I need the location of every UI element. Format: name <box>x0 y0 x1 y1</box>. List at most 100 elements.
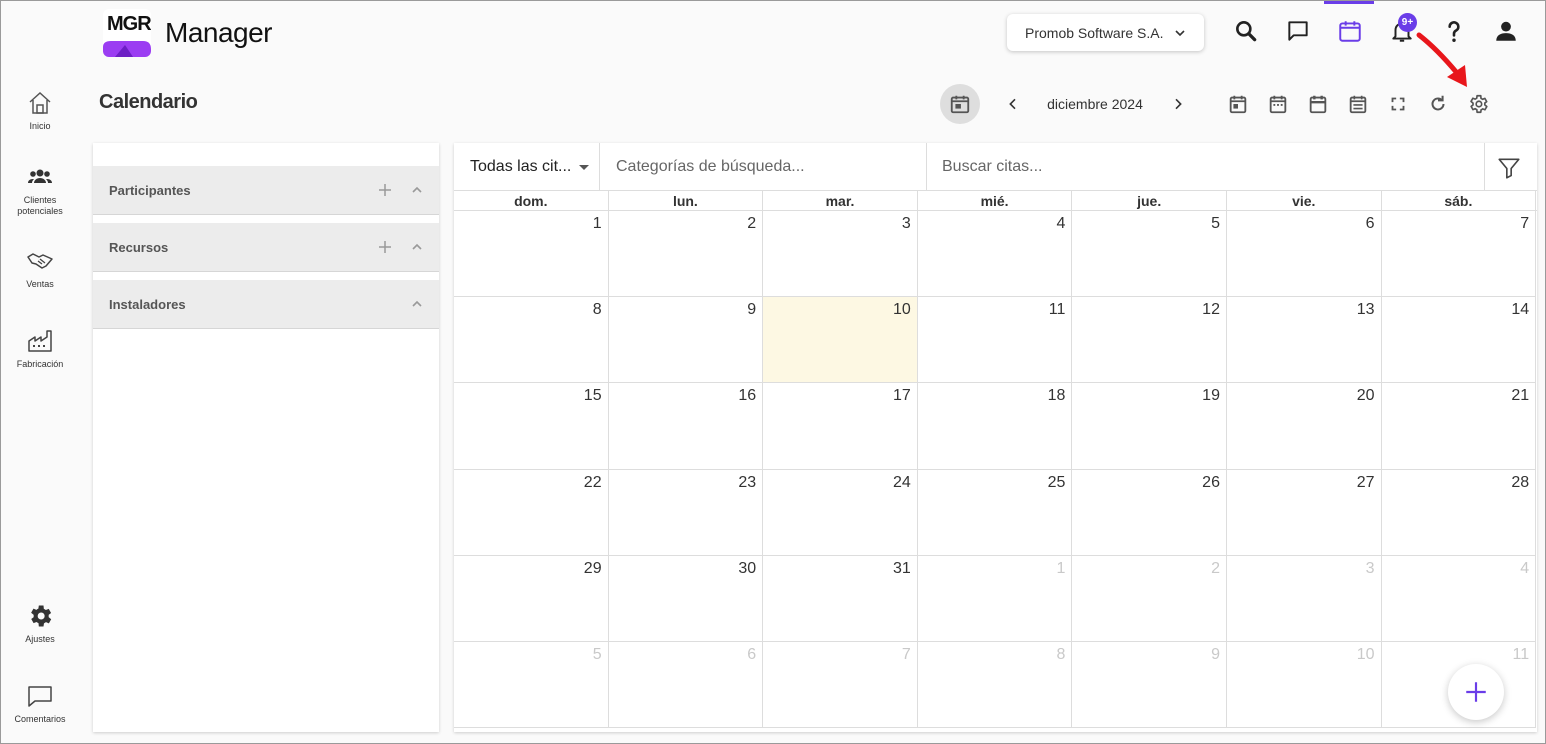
calendar-day[interactable]: 23 <box>608 469 764 556</box>
home-icon <box>29 91 51 114</box>
calendar-day[interactable]: 5 <box>454 641 609 729</box>
calendar-icon[interactable] <box>1336 17 1364 45</box>
previous-month-button[interactable] <box>1002 93 1024 115</box>
calendar-day[interactable]: 9 <box>1072 641 1227 729</box>
sidebar-item-clientes-potenciales[interactable]: Clientes potenciales <box>5 163 75 217</box>
calendar-day[interactable]: 8 <box>917 641 1073 729</box>
calendar-day[interactable]: 6 <box>608 641 764 729</box>
weekday-label: sáb. <box>1382 191 1537 211</box>
next-month-button[interactable] <box>1167 93 1189 115</box>
calendar-day[interactable]: 24 <box>763 469 918 556</box>
calendar-week-icon <box>1269 95 1287 114</box>
sidebar-item-label: Ajustes <box>25 634 55 644</box>
calendar-day[interactable]: 9 <box>608 297 764 384</box>
sidebar-item-fabricacion[interactable]: Fabricación <box>5 327 75 370</box>
add-icon[interactable] <box>375 237 395 257</box>
plus-icon <box>1466 682 1486 702</box>
calendar-day[interactable]: 16 <box>608 383 764 470</box>
weekday-label: dom. <box>454 191 609 211</box>
calendar-day[interactable]: 17 <box>763 383 918 470</box>
sidebar-item-label: Fabricación <box>16 359 64 369</box>
app-logo[interactable]: MGR <box>103 9 151 57</box>
sidebar-item-label: Clientes potenciales <box>17 195 63 216</box>
app-title: Manager <box>165 17 273 48</box>
calendar-day[interactable]: 1 <box>454 211 609 298</box>
calendar-day-icon <box>1229 95 1247 114</box>
section-participantes[interactable]: Participantes <box>93 166 439 215</box>
search-icon[interactable] <box>1232 17 1260 45</box>
fullscreen-button[interactable] <box>1386 92 1410 116</box>
refresh-button[interactable] <box>1426 92 1450 116</box>
calendar-day[interactable]: 22 <box>454 469 609 556</box>
calendar-day[interactable]: 26 <box>1072 469 1227 556</box>
calendar-day[interactable]: 21 <box>1381 383 1537 470</box>
calendar-day[interactable]: 11 <box>917 297 1073 384</box>
calendar-day-today[interactable]: 10 <box>763 297 918 384</box>
chevron-down-icon <box>1174 29 1185 36</box>
calendar-day[interactable]: 28 <box>1381 469 1537 556</box>
calendar-day[interactable]: 7 <box>1381 211 1537 298</box>
calendar-day[interactable]: 4 <box>1381 555 1537 642</box>
calendar-day[interactable]: 1 <box>917 555 1073 642</box>
calendar-day[interactable]: 15 <box>454 383 609 470</box>
sidebar-item-inicio[interactable]: Inicio <box>5 89 75 132</box>
month-view-button[interactable] <box>1306 92 1330 116</box>
month-grid: dom. lun. mar. mié. jue. vie. sáb. 1 2 3 4 5 6 7 8 9 10… <box>454 191 1537 732</box>
logo-shape <box>103 41 151 57</box>
calendar-day[interactable]: 2 <box>608 211 764 298</box>
gear-icon <box>31 605 52 627</box>
red-arrow-annotation <box>1416 32 1467 87</box>
calendar-day[interactable]: 30 <box>608 555 764 642</box>
calendar-day[interactable]: 6 <box>1226 211 1382 298</box>
calendar-day[interactable]: 14 <box>1381 297 1537 384</box>
section-instaladores[interactable]: Instaladores <box>93 280 439 329</box>
add-appointment-button[interactable] <box>1448 664 1504 720</box>
calendar-panel: Todas las cit... dom.lun.mar.mié.jue.vie… <box>454 143 1537 732</box>
weekday-header: dom. lun. mar. mié. jue. vie. sáb. <box>454 191 1537 211</box>
appointments-filter-select[interactable]: Todas las cit... <box>454 143 600 191</box>
today-button[interactable] <box>940 84 980 124</box>
category-search-input[interactable] <box>600 143 926 191</box>
calendar-day[interactable]: 3 <box>1226 555 1382 642</box>
calendar-day[interactable]: 13 <box>1226 297 1382 384</box>
user-icon[interactable] <box>1492 17 1520 45</box>
sidebar-item-comentarios[interactable]: Comentarios <box>5 682 75 725</box>
section-label: Instaladores <box>109 296 186 312</box>
calendar-day[interactable]: 10 <box>1226 641 1382 729</box>
agenda-view-button[interactable] <box>1346 92 1370 116</box>
factory-icon <box>28 330 52 352</box>
caret-down-icon <box>579 164 590 170</box>
group-icon <box>28 169 52 183</box>
calendar-day[interactable]: 4 <box>917 211 1073 298</box>
day-view-button[interactable] <box>1226 92 1250 116</box>
calendar-day[interactable]: 2 <box>1072 555 1227 642</box>
sidebar-item-ventas[interactable]: Ventas <box>5 247 75 290</box>
calendar-settings-button[interactable] <box>1466 92 1490 116</box>
sidebar-item-ajustes[interactable]: Ajustes <box>5 602 75 645</box>
chevron-up-icon[interactable] <box>407 294 427 314</box>
calendar-day[interactable]: 29 <box>454 555 609 642</box>
current-month-label: diciembre 2024 <box>1047 96 1143 112</box>
chat-icon[interactable] <box>1284 17 1312 45</box>
filter-icon[interactable] <box>1496 155 1522 181</box>
section-label: Recursos <box>109 239 169 255</box>
calendar-day[interactable]: 7 <box>763 641 918 729</box>
add-icon[interactable] <box>375 180 395 200</box>
calendar-day[interactable]: 19 <box>1072 383 1227 470</box>
section-recursos[interactable]: Recursos <box>93 223 439 272</box>
appointment-search-input[interactable] <box>926 143 1484 191</box>
calendar-day[interactable]: 27 <box>1226 469 1382 556</box>
chevron-up-icon[interactable] <box>407 180 427 200</box>
week-view-button[interactable] <box>1266 92 1290 116</box>
calendar-day[interactable]: 31 <box>763 555 918 642</box>
chevron-up-icon[interactable] <box>407 237 427 257</box>
calendar-day[interactable]: 18 <box>917 383 1073 470</box>
calendar-day[interactable]: 5 <box>1072 211 1227 298</box>
company-selector[interactable]: Promob Software S.A. <box>1007 14 1204 51</box>
calendar-day[interactable]: 12 <box>1072 297 1227 384</box>
calendar-day[interactable]: 3 <box>763 211 918 298</box>
weekday-label: lun. <box>609 191 764 211</box>
calendar-day[interactable]: 25 <box>917 469 1073 556</box>
calendar-day[interactable]: 20 <box>1226 383 1382 470</box>
calendar-day[interactable]: 8 <box>454 297 609 384</box>
